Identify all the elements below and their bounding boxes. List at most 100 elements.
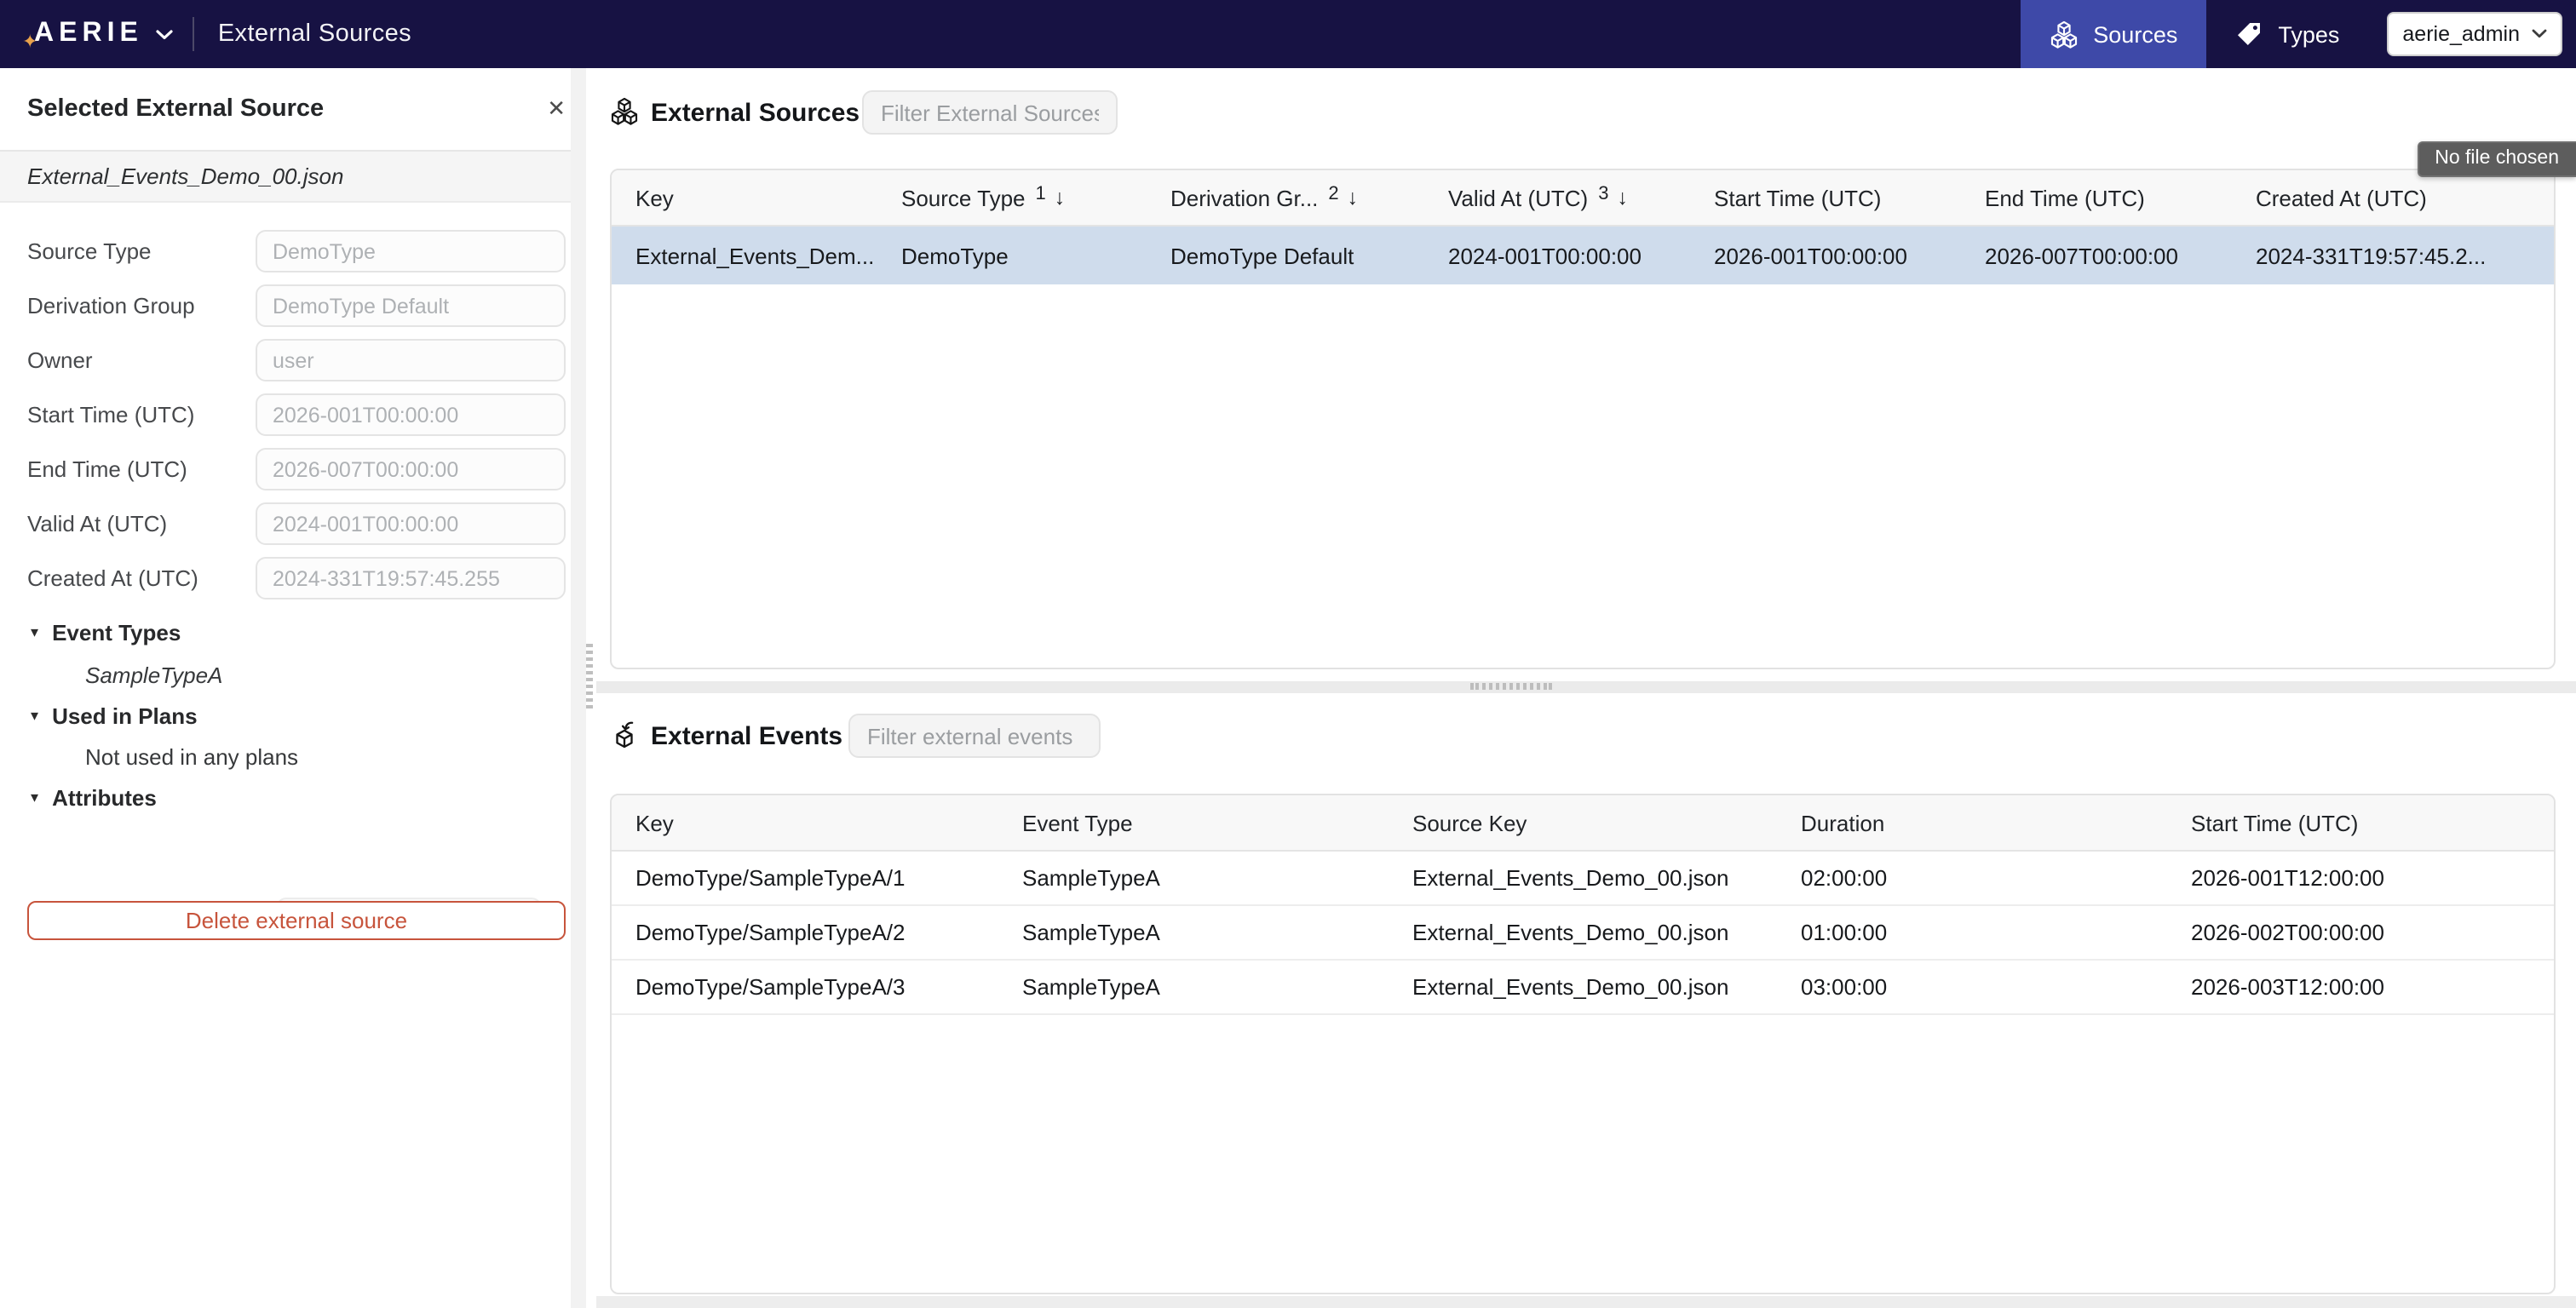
field-label: End Time (UTC) [27,456,187,482]
valid-at-input [256,502,566,545]
column-header-source-key[interactable]: Source Key [1389,810,1777,835]
tag-icon [2235,20,2263,48]
cell-source-key: External_Events_Demo_00.json [1389,920,1777,945]
column-header-end-time[interactable]: End Time (UTC) [1961,185,2232,210]
filter-external-events-input[interactable] [848,714,1101,758]
cell-event-type: SampleTypeA [998,865,1389,891]
close-icon[interactable]: ✕ [543,94,569,123]
sources-table-header: Key Source Type1↓ Derivation Gr...2↓ Val… [612,170,2554,227]
field-created-at: Created At (UTC) [27,557,566,600]
event-cube-icon [610,720,639,749]
section-label: Used in Plans [52,703,198,729]
horizontal-splitter-grip-icon [1470,683,1552,690]
selected-source-panel: Selected External Source ✕ External_Even… [0,68,596,1308]
user-role-select[interactable]: aerie_admin [2387,12,2562,56]
cell-source-key: External_Events_Demo_00.json [1389,865,1777,891]
nav-sources-label: Sources [2093,21,2177,47]
section-label: Event Types [52,620,181,645]
column-header-event-type[interactable]: Event Type [998,810,1389,835]
cell-duration: 03:00:00 [1777,974,2167,1000]
cell-end-time: 2026-007T00:00:00 [1961,243,2232,268]
caret-down-icon: ▾ [31,625,38,640]
page-title: External Sources [218,20,411,48]
column-header-start-time[interactable]: Start Time (UTC) [1690,185,1961,210]
field-label: Start Time (UTC) [27,402,194,427]
derivation-group-input [256,284,566,327]
field-start-time: Start Time (UTC) [27,393,566,436]
section-attributes[interactable]: ▾ Attributes [31,785,157,811]
nav-types-label: Types [2278,21,2339,47]
filter-external-sources-input[interactable] [862,90,1118,135]
sort-desc-icon: ↓ [1617,186,1628,209]
section-label: Attributes [52,785,157,811]
cell-key: DemoType/SampleTypeA/1 [612,865,998,891]
nav-sources-button[interactable]: Sources [2020,0,2206,68]
column-header-derivation-group[interactable]: Derivation Gr...2↓ [1147,185,1424,210]
no-file-chosen-tooltip: No file chosen [2418,141,2576,177]
section-used-in-plans[interactable]: ▾ Used in Plans [31,703,198,729]
nav-types-button[interactable]: Types [2206,0,2368,68]
field-valid-at: Valid At (UTC) [27,502,566,545]
field-end-time: End Time (UTC) [27,448,566,490]
cell-key: External_Events_Dem... [612,243,877,268]
left-panel-scrollbar[interactable] [571,68,586,1308]
horizontal-splitter[interactable] [596,681,2576,693]
delete-external-source-button[interactable]: Delete external source [27,901,566,940]
event-row[interactable]: DemoType/SampleTypeA/2 SampleTypeA Exter… [612,906,2554,961]
app-root: ✦ AERIE External Sources Sources Types [0,0,2576,1308]
chevron-down-icon [155,28,174,40]
column-header-key[interactable]: Key [612,810,998,835]
column-header-source-type[interactable]: Source Type1↓ [877,185,1147,210]
boxes-icon [2049,20,2078,49]
column-header-duration[interactable]: Duration [1777,810,2167,835]
sources-panel-title: External Sources [651,99,860,128]
events-panel-title: External Events [651,722,842,751]
field-derivation-group: Derivation Group [27,284,566,327]
sort-order-badge: 3 [1598,185,1608,204]
cell-start-time: 2026-002T00:00:00 [2167,920,2554,945]
top-navbar: ✦ AERIE External Sources Sources Types [0,0,2576,68]
event-row[interactable]: DemoType/SampleTypeA/3 SampleTypeA Exter… [612,961,2554,1015]
caret-down-icon: ▾ [31,790,38,806]
source-type-input [256,230,566,272]
section-event-types[interactable]: ▾ Event Types [31,620,181,645]
cell-duration: 02:00:00 [1777,865,2167,891]
external-sources-table: Key Source Type1↓ Derivation Gr...2↓ Val… [610,169,2556,669]
panel-header: Selected External Source ✕ [0,68,596,152]
field-label: Created At (UTC) [27,565,198,591]
chevron-down-icon [2532,29,2547,39]
column-header-key[interactable]: Key [612,185,877,210]
cell-derivation-group: DemoType Default [1147,243,1424,268]
field-label: Valid At (UTC) [27,511,167,536]
cell-event-type: SampleTypeA [998,920,1389,945]
bottom-scrollbar-track[interactable] [596,1296,2576,1308]
logo-text: AERIE [24,19,143,49]
field-source-type: Source Type [27,230,566,272]
cell-event-type: SampleTypeA [998,974,1389,1000]
logo-star-icon: ✦ [22,34,37,53]
panel-title: Selected External Source [27,95,324,123]
sort-order-badge: 1 [1036,185,1046,204]
source-name-banner: External_Events_Demo_00.json [0,152,596,203]
end-time-input [256,448,566,490]
field-label: Owner [27,347,93,373]
column-header-start-time[interactable]: Start Time (UTC) [2167,810,2554,835]
sort-order-badge: 2 [1328,185,1338,204]
cell-source-key: External_Events_Demo_00.json [1389,974,1777,1000]
cell-valid-at: 2024-001T00:00:00 [1424,243,1690,268]
navbar-divider [193,17,194,51]
column-header-created-at[interactable]: Created At (UTC) [2232,185,2504,210]
caret-down-icon: ▾ [31,708,38,724]
source-row-selected[interactable]: External_Events_Dem... DemoType DemoType… [612,227,2554,284]
app-menu-button[interactable]: ✦ AERIE [24,19,174,49]
used-in-plans-empty-text: Not used in any plans [85,744,298,770]
cell-start-time: 2026-001T12:00:00 [2167,865,2554,891]
field-owner: Owner [27,339,566,382]
vertical-splitter[interactable] [586,68,596,1308]
event-type-item: SampleTypeA [85,663,222,688]
column-header-valid-at[interactable]: Valid At (UTC)3↓ [1424,185,1690,210]
event-row[interactable]: DemoType/SampleTypeA/1 SampleTypeA Exter… [612,852,2554,906]
cell-created-at: 2024-331T19:57:45.2... [2232,243,2504,268]
events-table-header: Key Event Type Source Key Duration Start… [612,795,2554,852]
cell-start-time: 2026-003T12:00:00 [2167,974,2554,1000]
